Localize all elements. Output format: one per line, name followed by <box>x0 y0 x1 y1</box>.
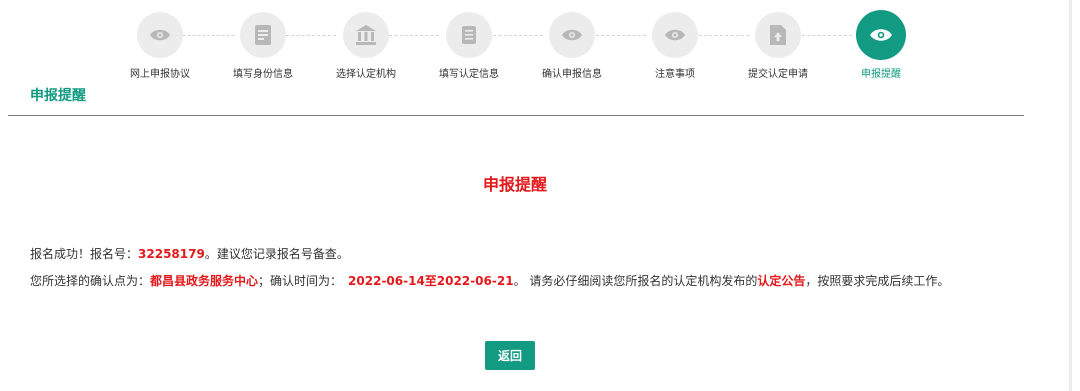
eye-icon <box>652 12 698 58</box>
document-icon <box>240 12 286 58</box>
form-icon <box>446 12 492 58</box>
divider <box>8 115 1024 116</box>
back-button[interactable]: 返回 <box>485 341 535 370</box>
confirm-period: 2022-06-14至2022-06-21 <box>348 274 514 288</box>
step-label: 注意事项 <box>655 69 695 80</box>
confirmation-message: 您所选择的确认点为：都昌县政务服务中心；确认时间为： 2022-06-14至202… <box>30 272 949 289</box>
step-online-agreement: 网上申报协议 <box>120 12 200 80</box>
step-label: 确认申报信息 <box>542 69 602 80</box>
step-confirm-info: 确认申报信息 <box>532 12 612 80</box>
step-label: 申报提醒 <box>861 69 901 80</box>
step-label: 选择认定机构 <box>336 69 396 80</box>
message-text: 您所选择的确认点为： <box>30 274 151 288</box>
step-label: 填写认定信息 <box>439 69 499 80</box>
announcement-link[interactable]: 认定公告 <box>757 274 805 288</box>
eye-icon <box>856 10 906 60</box>
step-reminder: 申报提醒 <box>841 10 921 80</box>
message-text: ；确认时间为： <box>258 274 343 288</box>
message-text: 报名成功！报名号： <box>30 247 139 261</box>
step-label: 填写身份信息 <box>233 69 293 80</box>
eye-icon <box>137 12 183 58</box>
message-text: 。 请务必仔细阅读您所报名的认定机构发布的 <box>513 274 758 288</box>
upload-file-icon <box>755 12 801 58</box>
step-select-institution: 选择认定机构 <box>326 12 406 80</box>
scrollbar-track[interactable] <box>1069 0 1072 391</box>
page-title: 申报提醒 <box>482 175 547 194</box>
confirm-point: 都昌县政务服务中心 <box>150 274 259 288</box>
section-title: 申报提醒 <box>30 88 86 104</box>
step-label: 网上申报协议 <box>130 69 190 80</box>
step-identity-info: 填写身份信息 <box>223 12 303 80</box>
step-notes: 注意事项 <box>635 12 715 80</box>
institution-icon <box>343 12 389 58</box>
eye-icon <box>549 12 595 58</box>
progress-stepper: 网上申报协议 填写身份信息 选择认定机构 填写认定信息 确认申报信息 注意事项 <box>120 10 940 82</box>
step-label: 提交认定申请 <box>748 69 808 80</box>
registration-number: 32258179 <box>138 247 205 261</box>
step-submit-application: 提交认定申请 <box>738 12 818 80</box>
message-text: 。建议您记录报名号备查。 <box>204 247 349 261</box>
registration-message: 报名成功！报名号：32258179。建议您记录报名号备查。 <box>30 245 349 262</box>
message-text: ，按照要求完成后续工作。 <box>805 274 950 288</box>
step-certification-info: 填写认定信息 <box>429 12 509 80</box>
